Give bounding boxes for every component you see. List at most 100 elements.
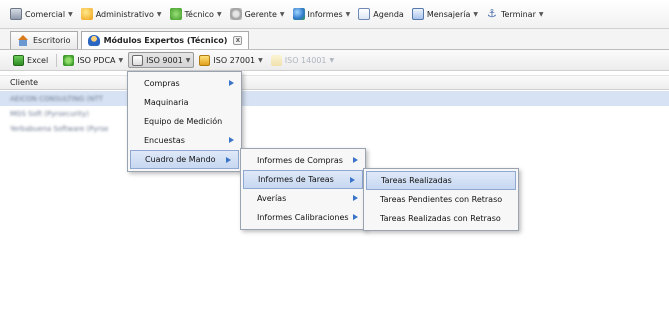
menu-informes-label: Informes <box>307 9 343 19</box>
chevron-down-icon: ▼ <box>473 10 478 18</box>
menu-item-compras[interactable]: Compras <box>128 74 241 93</box>
chevron-down-icon: ▼ <box>185 56 191 64</box>
menu-terminar[interactable]: ⚓ Terminar ▼ <box>486 4 544 24</box>
chevron-down-icon: ▼ <box>345 10 351 18</box>
tab-modulos-expertos-label: Módulos Expertos (Técnico) <box>103 36 228 45</box>
menu-item-cuadro-de-mando[interactable]: Cuadro de Mando <box>130 150 239 169</box>
leaf-icon <box>270 54 282 66</box>
menu-informes[interactable]: Informes ▼ <box>292 4 351 24</box>
menu-item-tareas-realizadas[interactable]: Tareas Realizadas <box>366 171 516 190</box>
grid-column-header[interactable]: Cliente <box>0 75 669 90</box>
iso-27001-label: ISO 27001 <box>213 55 256 65</box>
menu-item-label: Informes de Compras <box>257 156 343 165</box>
chevron-right-icon <box>353 157 358 163</box>
menu-item-label: Compras <box>144 79 180 88</box>
chevron-down-icon: ▼ <box>538 10 544 18</box>
chevron-right-icon <box>350 177 355 183</box>
menu-gerente[interactable]: Gerente ▼ <box>229 4 285 24</box>
close-icon[interactable]: x <box>233 36 243 45</box>
menu-tecnico[interactable]: Técnico ▼ <box>169 4 222 24</box>
chevron-right-icon <box>229 137 234 143</box>
cycle-icon <box>63 54 75 66</box>
menu-comercial[interactable]: Comercial ▼ <box>10 4 73 24</box>
chevron-right-icon <box>353 214 358 220</box>
menu-mensajeria[interactable]: Mensajería ▼ <box>411 4 478 24</box>
chevron-right-icon <box>229 80 234 86</box>
menu-item-tareas-pendientes-con-retraso[interactable]: Tareas Pendientes con Retraso <box>364 190 518 209</box>
menu-item-label: Averías <box>257 194 287 203</box>
tab-bar: Escritorio Módulos Expertos (Técnico) x <box>0 28 669 50</box>
excel-icon <box>13 54 24 66</box>
excel-button-label: Excel <box>27 55 49 65</box>
module-toolbar: Excel ISO PDCA ▼ ISO 9001 ▼ ISO 27001 ▼ … <box>0 50 669 71</box>
menu-item-label: Cuadro de Mando <box>145 155 216 164</box>
menu-item-label: Maquinaria <box>144 98 189 107</box>
iso-9001-menu: Compras Maquinaria Equipo de Medición En… <box>127 71 242 172</box>
menu-item-label: Tareas Realizadas <box>381 176 452 185</box>
column-cliente-label: Cliente <box>10 78 39 87</box>
menu-comercial-label: Comercial <box>25 9 66 19</box>
envelope-icon <box>411 8 424 20</box>
chart-icon <box>10 8 22 20</box>
menu-item-label: Informes Calibraciones <box>257 213 349 222</box>
tab-modulos-expertos[interactable]: Módulos Expertos (Técnico) x <box>80 31 250 49</box>
client-name: AEICON CONSULTING (NTT <box>10 94 103 103</box>
menu-administrativo-label: Administrativo <box>95 9 154 19</box>
menu-item-label: Equipo de Medición <box>144 117 223 126</box>
menu-item-tareas-realizadas-con-retraso[interactable]: Tareas Realizadas con Retraso <box>364 209 518 228</box>
iso-14001-button[interactable]: ISO 14001 ▼ <box>268 52 337 68</box>
menu-mensajeria-label: Mensajería <box>426 9 471 19</box>
tab-escritorio[interactable]: Escritorio <box>10 31 78 49</box>
home-icon <box>17 35 29 46</box>
gear-icon <box>229 8 242 20</box>
chevron-down-icon: ▼ <box>68 10 73 18</box>
menu-gerente-label: Gerente <box>244 9 277 19</box>
chevron-right-icon <box>226 157 231 163</box>
chevron-down-icon: ▼ <box>118 56 124 64</box>
informes-de-tareas-submenu: Tareas Realizadas Tareas Pendientes con … <box>363 168 519 231</box>
table-row[interactable]: AEICON CONSULTING (NTT <box>0 91 669 106</box>
table-row[interactable]: Yerbabuena Software (Pyrse <box>0 121 669 136</box>
menu-item-label: Tareas Pendientes con Retraso <box>380 195 503 204</box>
menu-tecnico-label: Técnico <box>184 9 214 19</box>
menu-agenda[interactable]: Agenda <box>358 4 404 24</box>
calendar-icon <box>358 8 371 20</box>
lock-icon <box>199 54 211 66</box>
toolbar-divider <box>56 53 58 67</box>
menu-item-informes-de-tareas[interactable]: Informes de Tareas <box>243 170 363 189</box>
main-menubar: Comercial ▼ Administrativo ▼ Técnico ▼ G… <box>0 0 669 28</box>
menu-item-informes-de-compras[interactable]: Informes de Compras <box>241 151 365 170</box>
excel-button[interactable]: Excel <box>10 52 51 68</box>
menu-terminar-label: Terminar <box>500 9 536 19</box>
chevron-down-icon: ▼ <box>279 10 285 18</box>
iso-27001-button[interactable]: ISO 27001 ▼ <box>196 52 265 68</box>
chevron-right-icon <box>353 195 358 201</box>
menu-item-informes-calibraciones[interactable]: Informes Calibraciones <box>241 208 365 227</box>
menu-item-averias[interactable]: Averías <box>241 189 365 208</box>
anchor-icon: ⚓ <box>487 7 497 20</box>
menu-item-encuestas[interactable]: Encuestas <box>128 131 241 150</box>
chevron-down-icon: ▼ <box>156 10 162 18</box>
org-chart-icon <box>132 54 144 66</box>
client-name: Yerbabuena Software (Pyrse <box>10 124 109 133</box>
menu-item-equipo-de-medicion[interactable]: Equipo de Medición <box>128 112 241 131</box>
wrench-icon <box>169 8 182 20</box>
menu-item-label: Informes de Tareas <box>258 175 334 184</box>
chevron-down-icon: ▼ <box>216 10 222 18</box>
chevron-down-icon: ▼ <box>329 56 335 64</box>
chevron-down-icon: ▼ <box>258 56 263 64</box>
menu-item-label: Encuestas <box>144 136 185 145</box>
menu-agenda-label: Agenda <box>373 9 404 19</box>
iso-pdca-label: ISO PDCA <box>77 55 116 65</box>
tab-escritorio-label: Escritorio <box>33 36 71 45</box>
expert-icon <box>87 35 100 46</box>
menu-item-maquinaria[interactable]: Maquinaria <box>128 93 241 112</box>
iso-9001-button[interactable]: ISO 9001 ▼ <box>128 52 195 68</box>
cuadro-de-mando-submenu: Informes de Compras Informes de Tareas A… <box>240 148 366 230</box>
coins-icon <box>80 8 93 20</box>
table-row[interactable]: MGS Soft (Pyrsecurity) <box>0 106 669 121</box>
iso-pdca-button[interactable]: ISO PDCA ▼ <box>60 52 126 68</box>
menu-administrativo[interactable]: Administrativo ▼ <box>80 4 162 24</box>
client-name: MGS Soft (Pyrsecurity) <box>10 109 89 118</box>
iso-9001-label: ISO 9001 <box>146 55 183 65</box>
